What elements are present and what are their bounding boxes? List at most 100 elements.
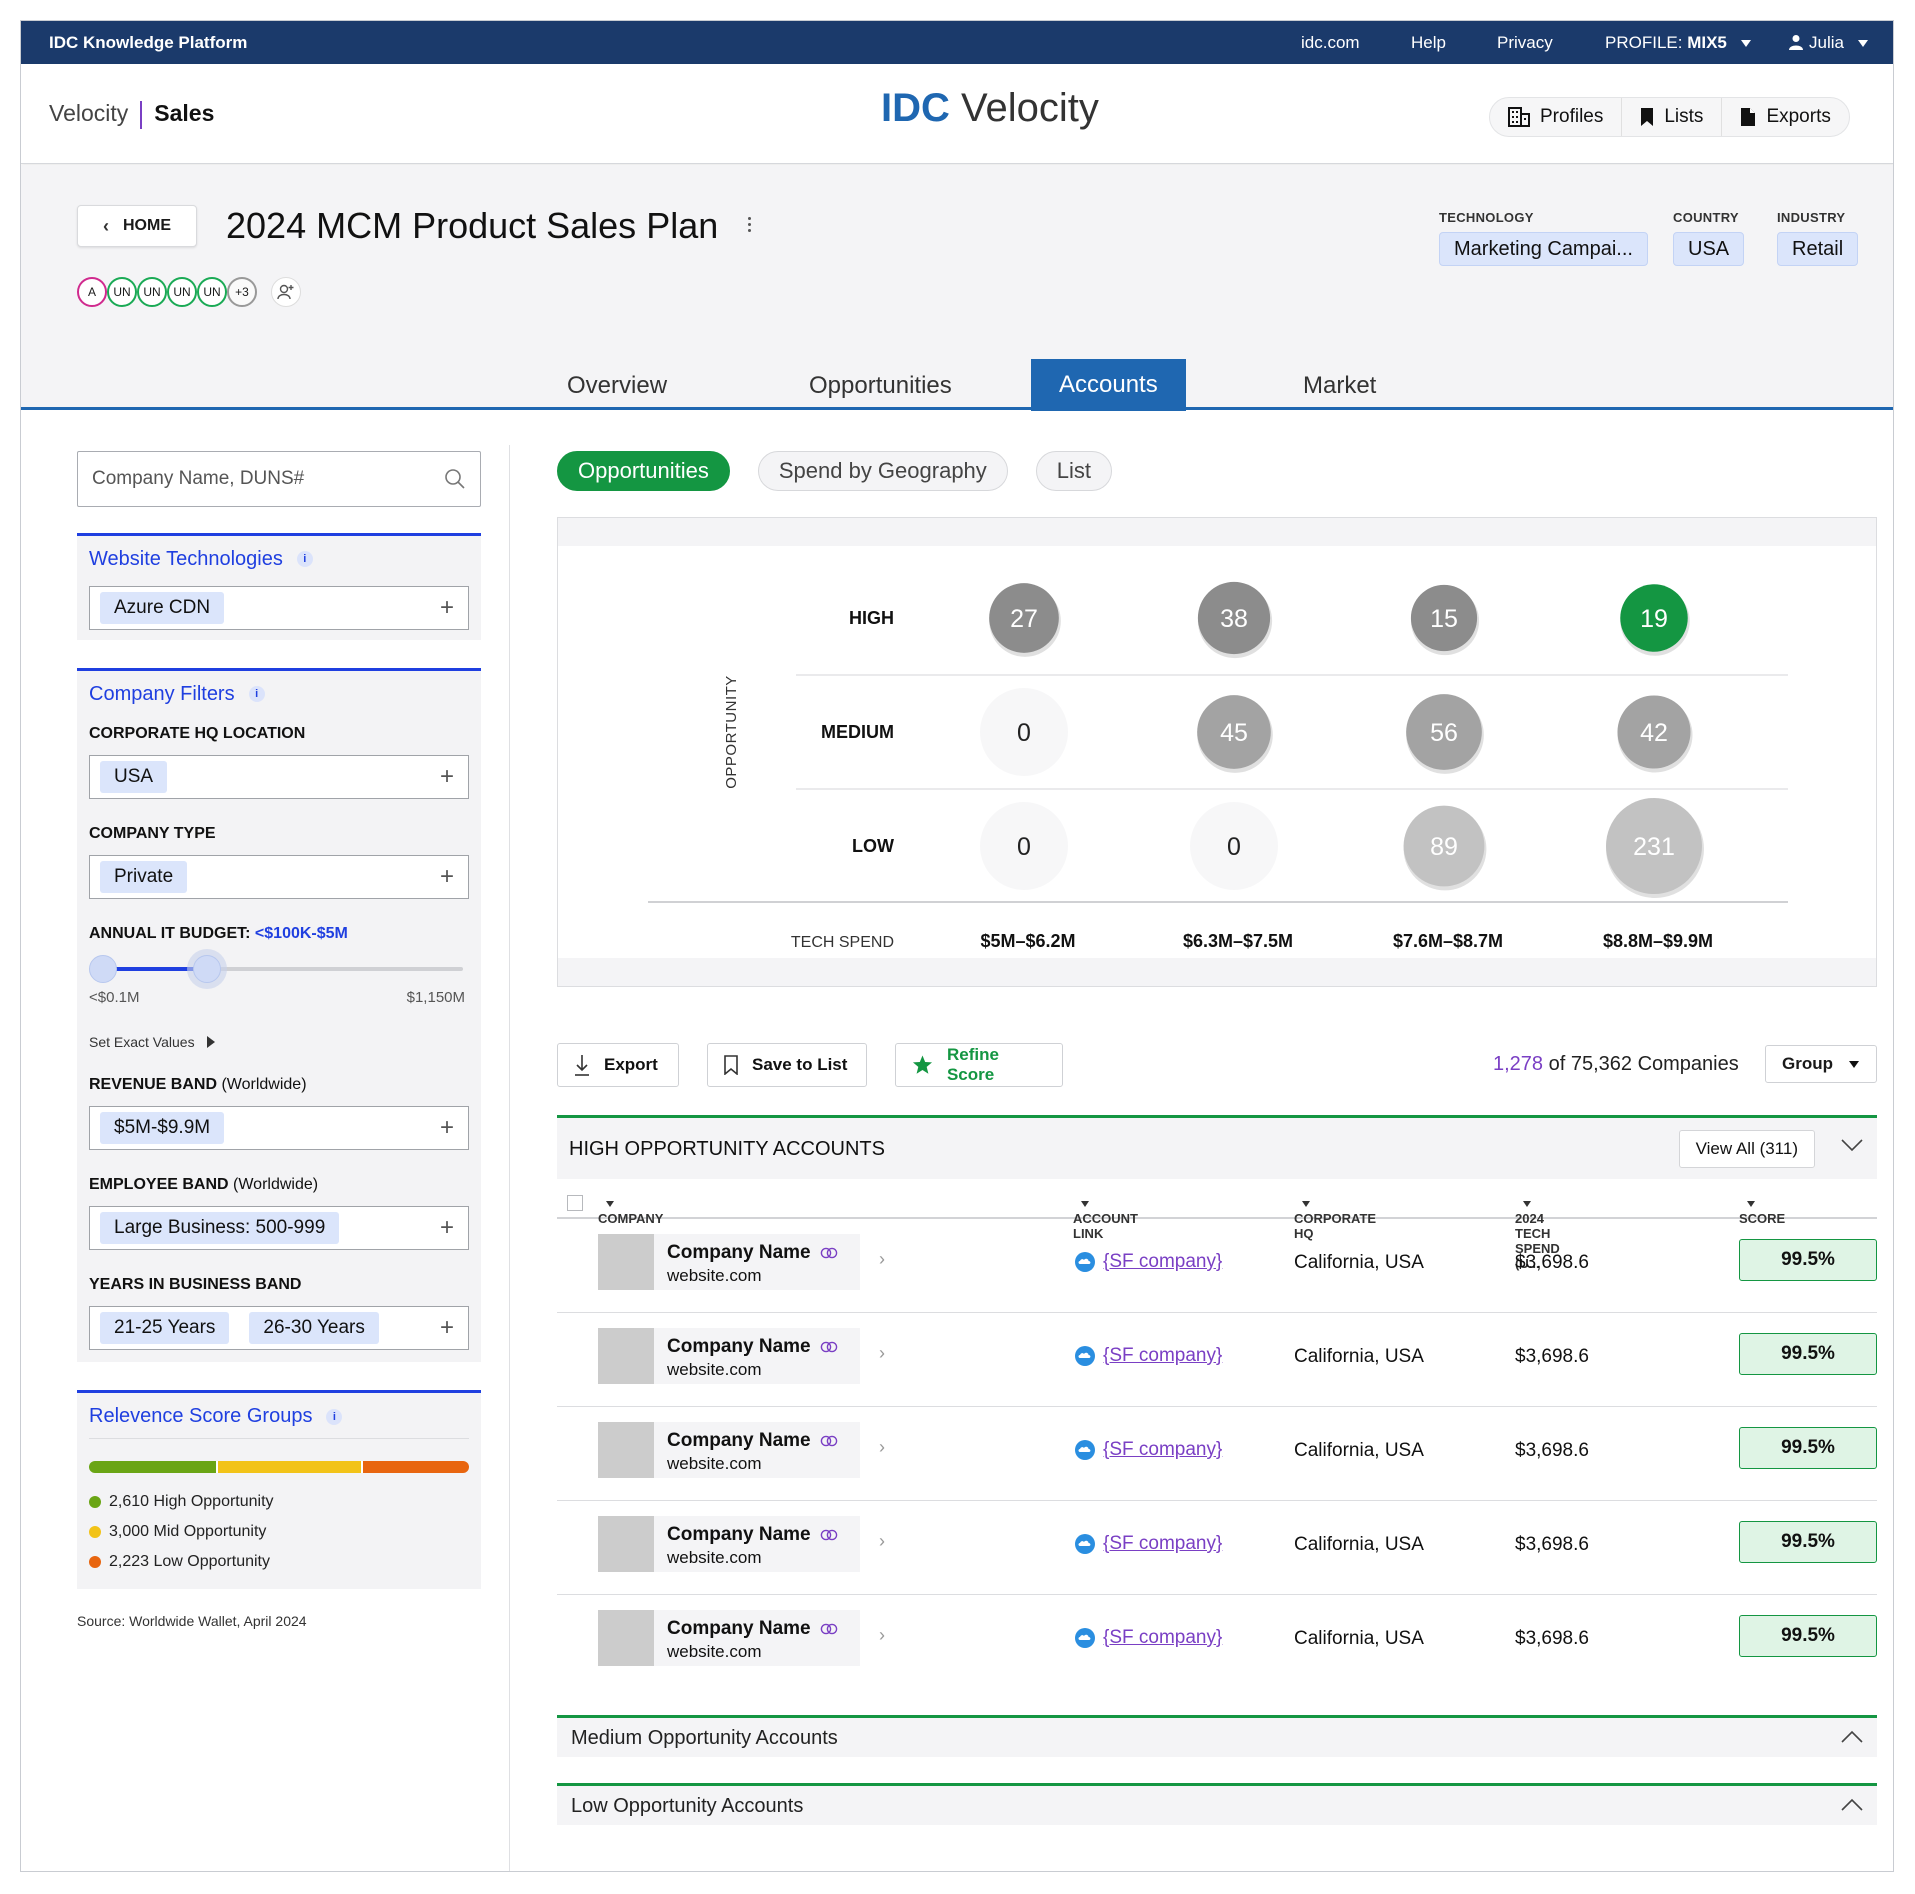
company-website: website.com — [667, 1454, 762, 1473]
group-dropdown[interactable]: Group — [1765, 1045, 1877, 1083]
salesforce-link[interactable]: {SF company} — [1073, 1533, 1222, 1555]
plus-icon[interactable]: + — [440, 1116, 454, 1140]
revenue-band-field[interactable]: $5M-$9.9M + — [89, 1106, 469, 1150]
table-row[interactable]: Company Name website.com › {SF company} … — [557, 1219, 1877, 1313]
salesforce-link[interactable]: {SF company} — [1073, 1251, 1222, 1273]
col-corporate-hq[interactable]: CORPORATE HQ — [1294, 1195, 1376, 1241]
user-menu[interactable]: Julia — [1789, 33, 1868, 53]
more-options-icon[interactable] — [748, 217, 752, 235]
hq-location-field[interactable]: USA + — [89, 755, 469, 799]
avatar[interactable]: UN — [197, 277, 227, 307]
table-row[interactable]: Company Name website.com › {SF company} … — [557, 1407, 1877, 1501]
chevron-right-icon[interactable]: › — [879, 1531, 885, 1552]
idc-link[interactable]: idc.com — [1301, 33, 1360, 53]
it-budget-slider[interactable] — [89, 953, 469, 983]
chevron-right-icon[interactable]: › — [879, 1625, 885, 1646]
info-icon[interactable]: i — [296, 551, 313, 567]
salesforce-link[interactable]: {SF company} — [1073, 1439, 1222, 1461]
help-link[interactable]: Help — [1411, 33, 1446, 53]
company-name[interactable]: Company Name — [667, 1524, 839, 1546]
slider-max-handle[interactable] — [193, 955, 221, 983]
filter-tag[interactable]: USA — [100, 761, 168, 793]
low-opportunity-section[interactable]: Low Opportunity Accounts — [557, 1783, 1877, 1825]
country-chip[interactable]: USA — [1673, 232, 1745, 266]
tab-opportunities[interactable]: Opportunities — [781, 363, 980, 409]
table-row[interactable]: Company Name website.com › {SF company} … — [557, 1313, 1877, 1407]
exports-button[interactable]: Exports — [1722, 98, 1848, 136]
breadcrumb-root[interactable]: Velocity — [49, 100, 128, 126]
company-name[interactable]: Company Name — [667, 1430, 839, 1452]
filter-tag[interactable]: Private — [100, 861, 188, 893]
view-opportunities[interactable]: Opportunities — [557, 451, 730, 491]
website-technologies-title[interactable]: Website Technologies i — [89, 544, 469, 574]
company-name[interactable]: Company Name — [667, 1242, 839, 1264]
more-avatars[interactable]: +3 — [227, 277, 257, 307]
col-score[interactable]: SCORE — [1739, 1195, 1785, 1226]
chevron-up-icon[interactable] — [1841, 1730, 1863, 1744]
col-account-link[interactable]: ACCOUNT LINK — [1073, 1195, 1138, 1241]
technology-chip[interactable]: Marketing Campai... — [1439, 232, 1648, 266]
plus-icon[interactable]: + — [440, 1316, 454, 1340]
section-title: HIGH OPPORTUNITY ACCOUNTS — [569, 1138, 885, 1160]
info-icon[interactable]: i — [326, 1408, 343, 1425]
export-button[interactable]: Export — [557, 1043, 679, 1087]
view-list[interactable]: List — [1035, 451, 1113, 491]
chevron-right-icon[interactable]: › — [879, 1343, 885, 1364]
add-user-button[interactable] — [271, 277, 301, 307]
filter-tag[interactable]: Azure CDN — [100, 592, 225, 624]
filter-tag[interactable]: Large Business: 500-999 — [100, 1212, 340, 1244]
filter-tag[interactable]: 26-30 Years — [249, 1312, 379, 1344]
plus-icon[interactable]: + — [440, 765, 454, 789]
avatar[interactable]: UN — [167, 277, 197, 307]
home-button[interactable]: ‹ HOME — [77, 205, 197, 247]
avatar[interactable]: UN — [107, 277, 137, 307]
tab-overview[interactable]: Overview — [539, 363, 695, 409]
tab-market[interactable]: Market — [1275, 363, 1404, 409]
company-filters-title[interactable]: Company Filters i — [89, 679, 469, 709]
salesforce-cloud-icon — [1075, 1252, 1095, 1272]
view-spend-by-geography[interactable]: Spend by Geography — [757, 451, 1008, 491]
profile-menu[interactable]: PROFILE: MIX5 — [1605, 33, 1751, 53]
plus-icon[interactable]: + — [440, 596, 454, 620]
refine-score-button[interactable]: Refine Score — [895, 1043, 1063, 1087]
plus-icon[interactable]: + — [440, 865, 454, 889]
filter-tag[interactable]: 21-25 Years — [100, 1312, 230, 1344]
avatar[interactable]: A — [77, 277, 107, 307]
score-badge: 99.5% — [1739, 1427, 1877, 1469]
industry-chip[interactable]: Retail — [1777, 232, 1859, 266]
info-icon[interactable]: i — [248, 686, 265, 702]
save-to-list-button[interactable]: Save to List — [707, 1043, 867, 1087]
company-name[interactable]: Company Name — [667, 1618, 839, 1640]
company-name[interactable]: Company Name — [667, 1336, 839, 1358]
col-company[interactable]: COMPANY — [598, 1195, 663, 1226]
website-tech-field[interactable]: Azure CDN + — [89, 586, 469, 630]
medium-opportunity-section[interactable]: Medium Opportunity Accounts — [557, 1715, 1877, 1757]
chevron-right-icon[interactable]: › — [879, 1437, 885, 1458]
col-tech-spend[interactable]: 2024 TECH SPEND (U... — [1515, 1195, 1560, 1271]
search-input[interactable] — [78, 452, 418, 506]
select-all-checkbox[interactable] — [567, 1195, 583, 1211]
table-row[interactable]: Company Name website.com › {SF company} … — [557, 1595, 1877, 1689]
tab-accounts[interactable]: Accounts — [1031, 359, 1186, 411]
set-exact-values-link[interactable]: Set Exact Values — [89, 1034, 469, 1050]
avatar[interactable]: UN — [137, 277, 167, 307]
table-row[interactable]: Company Name website.com › {SF company} … — [557, 1501, 1877, 1595]
chevron-up-icon[interactable] — [1841, 1798, 1863, 1812]
years-in-business-field[interactable]: 21-25 Years 26-30 Years + — [89, 1306, 469, 1350]
lists-button[interactable]: Lists — [1622, 98, 1723, 136]
chevron-right-icon[interactable]: › — [879, 1249, 885, 1270]
profiles-button[interactable]: Profiles — [1490, 98, 1623, 136]
source-note: Source: Worldwide Wallet, April 2024 — [77, 1613, 307, 1629]
view-all-button[interactable]: View All (311) — [1678, 1130, 1815, 1168]
slider-min-handle[interactable] — [89, 955, 117, 983]
plus-icon[interactable]: + — [440, 1216, 454, 1240]
privacy-link[interactable]: Privacy — [1497, 33, 1553, 53]
employee-band-field[interactable]: Large Business: 500-999 + — [89, 1206, 469, 1250]
relevance-score-title[interactable]: Relevence Score Groups i — [89, 1401, 469, 1439]
filter-tag[interactable]: $5M-$9.9M — [100, 1112, 225, 1144]
search-icon[interactable] — [444, 468, 466, 490]
chevron-down-icon[interactable] — [1841, 1138, 1863, 1152]
salesforce-link[interactable]: {SF company} — [1073, 1627, 1222, 1649]
salesforce-link[interactable]: {SF company} — [1073, 1345, 1222, 1367]
company-type-field[interactable]: Private + — [89, 855, 469, 899]
